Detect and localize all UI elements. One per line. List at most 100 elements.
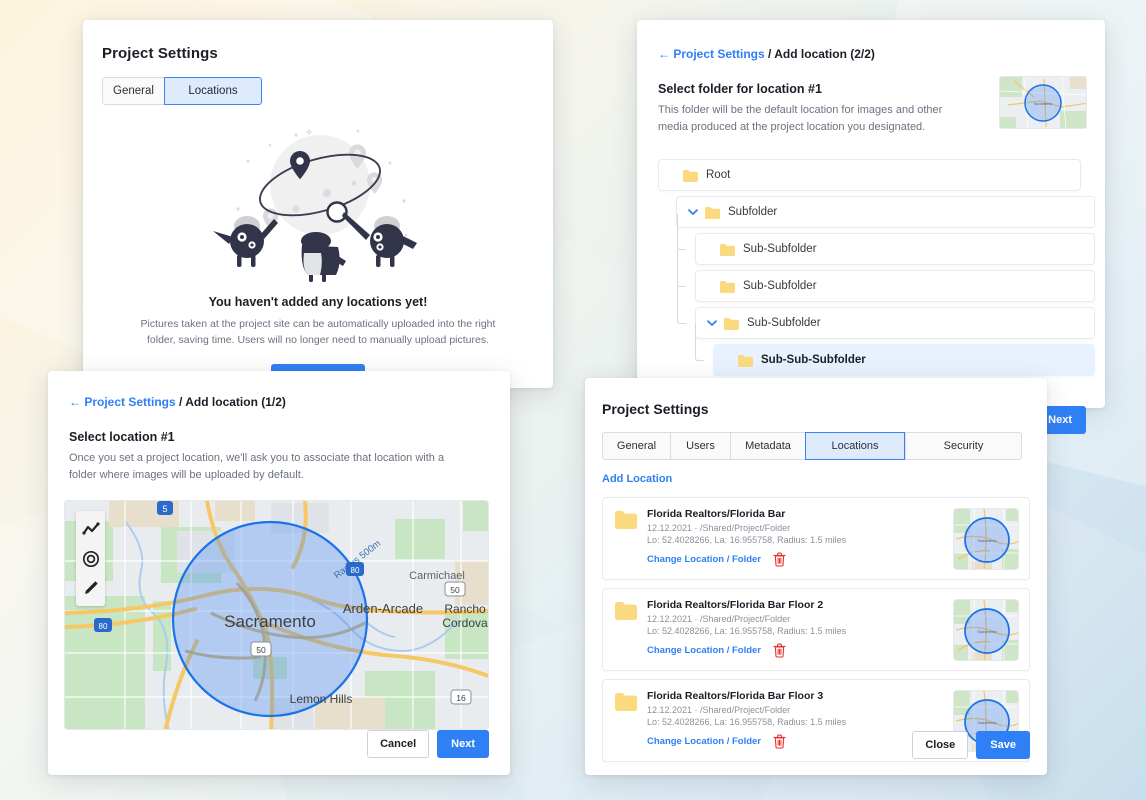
tab-locations[interactable]: Locations	[164, 77, 262, 105]
add-location-link[interactable]: Add Location	[602, 473, 1047, 485]
svg-text:50: 50	[256, 645, 266, 655]
delete-icon[interactable]	[773, 734, 786, 749]
location-map-thumbnail: Sacramento	[953, 508, 1019, 570]
section-description: Once you set a project location, we'll a…	[69, 452, 445, 482]
tab-locations[interactable]: Locations	[805, 432, 905, 460]
tree-guide-line	[677, 214, 686, 250]
add-location-step1-panel: ← Project Settings / Add location (1/2) …	[48, 371, 510, 775]
map-label-cordova: Cordova	[442, 616, 488, 630]
section-description: This folder will be the default location…	[658, 104, 943, 133]
tab-users[interactable]: Users	[670, 432, 730, 460]
chevron-down-icon[interactable]	[685, 204, 701, 220]
svg-text:80: 80	[351, 566, 360, 575]
tree-node-label: Sub-Sub-Subfolder	[761, 354, 866, 366]
tree-node-label: Subfolder	[728, 206, 778, 218]
location-coordinates: Lo: 52.4028266, La: 16.955758, Radius: 1…	[647, 535, 847, 545]
location-minimap-thumbnail: Sacramento	[999, 76, 1087, 129]
location-meta: 12.12.2021 · /Shared/Project/Folder	[647, 614, 791, 624]
tab-general[interactable]: General	[102, 77, 164, 105]
map-tool-palette[interactable]	[76, 511, 105, 607]
settings-tab-group: General Users Metadata Locations Securit…	[602, 432, 1030, 460]
svg-text:Sacramento: Sacramento	[977, 630, 996, 634]
map-label-lemon-hills: Lemon Hills	[290, 692, 353, 706]
map-label-carmichael: Carmichael	[409, 570, 465, 582]
tree-node-label: Sub-Subfolder	[747, 317, 821, 329]
svg-text:80: 80	[99, 622, 108, 631]
location-name: Florida Realtors/Florida Bar	[647, 508, 786, 520]
location-coordinates: Lo: 52.4028266, La: 16.955758, Radius: 1…	[647, 626, 847, 636]
tree-node-sub-subfolder-2[interactable]: Sub-Subfolder	[677, 249, 1095, 302]
settings-tab-group: General Locations	[102, 77, 262, 105]
tree-node-sub-subfolder-3[interactable]: Sub-Subfolder	[677, 286, 1095, 339]
tree-node-label: Sub-Subfolder	[743, 280, 817, 292]
folder-tree: Root Subfolder Sub-Subfolder Sub-Subfold…	[637, 159, 1105, 376]
location-name: Florida Realtors/Florida Bar Floor 3	[647, 690, 824, 702]
tree-guide-line	[677, 286, 686, 324]
location-name: Florida Realtors/Florida Bar Floor 2	[647, 599, 824, 611]
tree-node-sub-sub-subfolder-selected[interactable]: Sub-Sub-Subfolder	[695, 323, 1095, 376]
location-meta: 12.12.2021 · /Shared/Project/Folder	[647, 705, 791, 715]
section-heading: Select location #1	[69, 430, 175, 444]
locations-list: Florida Realtors/Florida Bar 12.12.2021 …	[602, 497, 1030, 762]
svg-text:Sacramento: Sacramento	[1034, 102, 1052, 106]
map-label-rancho: Rancho	[444, 602, 486, 616]
folder-icon	[615, 602, 637, 620]
svg-text:5: 5	[162, 504, 167, 514]
locations-empty-state-illustration	[208, 123, 428, 283]
tree-guide-line	[695, 323, 704, 361]
map-label-sacramento: Sacramento	[224, 612, 316, 631]
svg-text:Sacramento: Sacramento	[977, 539, 996, 543]
tab-metadata[interactable]: Metadata	[730, 432, 805, 460]
page-title: Project Settings	[102, 45, 218, 62]
folder-icon	[682, 169, 699, 182]
breadcrumb: ← Project Settings / Add location (1/2)	[69, 395, 510, 409]
project-settings-locations-panel: Project Settings General Users Metadata …	[585, 378, 1047, 775]
location-list-item[interactable]: Florida Realtors/Florida Bar Floor 2 12.…	[602, 588, 1030, 671]
folder-icon	[615, 511, 637, 529]
change-location-folder-link[interactable]: Change Location / Folder	[647, 645, 761, 656]
svg-text:16: 16	[456, 693, 466, 703]
line-tool-icon[interactable]	[76, 515, 105, 544]
folder-icon	[719, 243, 736, 256]
pencil-tool-icon[interactable]	[76, 573, 105, 602]
page-title: Project Settings	[602, 401, 709, 417]
tree-guide-line	[677, 249, 686, 287]
breadcrumb-current: / Add location (2/2)	[764, 47, 875, 61]
chevron-down-icon[interactable]	[704, 315, 720, 331]
tree-node-subfolder[interactable]: Subfolder	[676, 196, 1095, 228]
breadcrumb: ← Project Settings / Add location (2/2)	[658, 47, 1105, 61]
location-meta: 12.12.2021 · /Shared/Project/Folder	[647, 523, 791, 533]
map-label-arden-arcade: Arden-Arcade	[343, 601, 423, 616]
project-settings-empty-panel: Project Settings General Locations You h…	[83, 20, 553, 392]
tab-general[interactable]: General	[602, 432, 670, 460]
empty-state-heading: You haven't added any locations yet!	[208, 295, 428, 309]
tree-node-root[interactable]: Root	[658, 159, 1081, 191]
tab-security[interactable]: Security	[905, 432, 1022, 460]
breadcrumb-current: / Add location (1/2)	[175, 395, 286, 409]
location-list-item[interactable]: Florida Realtors/Florida Bar 12.12.2021 …	[602, 497, 1030, 580]
svg-text:Sacramento: Sacramento	[977, 721, 996, 725]
delete-icon[interactable]	[773, 552, 786, 567]
empty-state-description: Pictures taken at the project site can b…	[140, 318, 496, 346]
location-coordinates: Lo: 52.4028266, La: 16.955758, Radius: 1…	[647, 717, 847, 727]
next-button[interactable]: Next	[437, 730, 489, 758]
location-map-thumbnail: Sacramento	[953, 599, 1019, 661]
tree-node-sub-subfolder-1[interactable]: Sub-Subfolder	[677, 214, 1095, 265]
save-button[interactable]: Save	[976, 731, 1030, 759]
change-location-folder-link[interactable]: Change Location / Folder	[647, 554, 761, 565]
breadcrumb-back-link[interactable]: ← Project Settings	[658, 47, 765, 61]
cancel-button[interactable]: Cancel	[367, 730, 430, 758]
tree-node-label: Root	[706, 169, 731, 181]
circle-tool-icon[interactable]	[76, 544, 105, 573]
folder-icon	[737, 354, 754, 367]
folder-icon	[615, 693, 637, 711]
breadcrumb-back-link[interactable]: ← Project Settings	[69, 395, 176, 409]
location-map[interactable]: Sacramento Arden-Arcade Carmichael Ranch…	[64, 500, 489, 731]
folder-icon	[704, 206, 721, 219]
svg-text:50: 50	[450, 585, 460, 595]
folder-icon	[719, 280, 736, 293]
delete-icon[interactable]	[773, 643, 786, 658]
change-location-folder-link[interactable]: Change Location / Folder	[647, 736, 761, 747]
folder-icon	[723, 317, 740, 330]
close-button[interactable]: Close	[912, 731, 969, 759]
